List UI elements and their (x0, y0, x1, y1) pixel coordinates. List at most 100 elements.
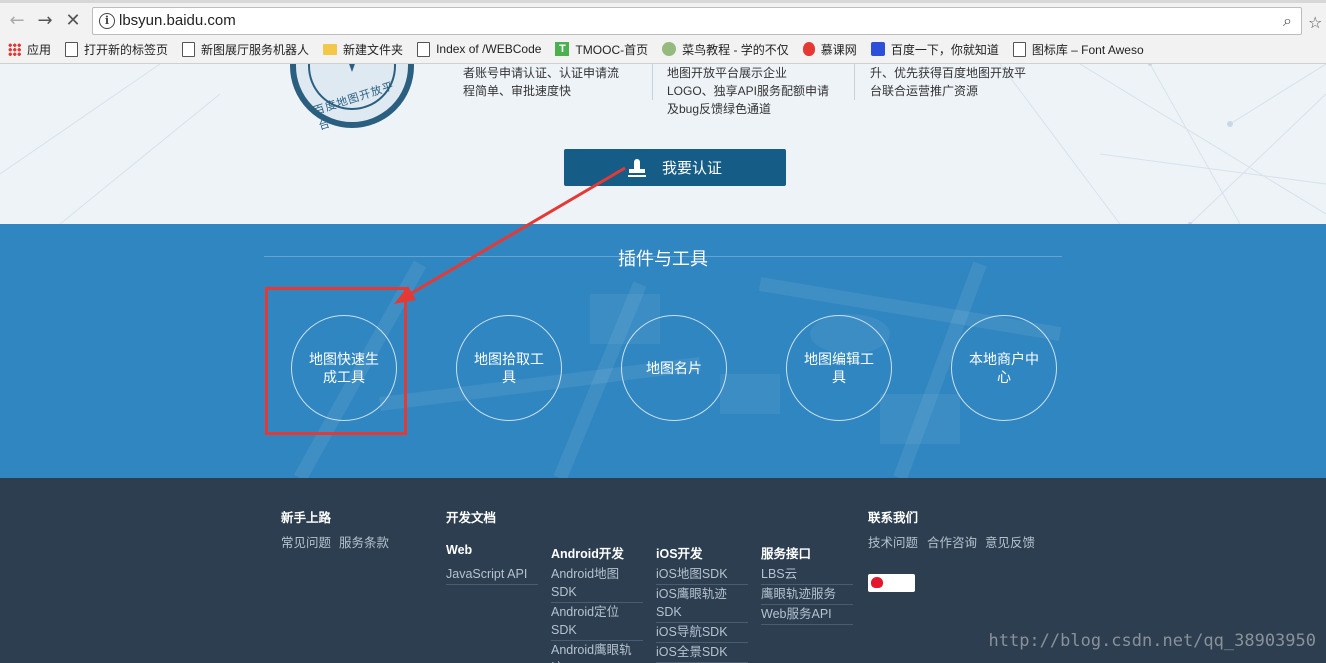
site-footer: 新手上路 常见问题 服务条款 开发文档 Web JavaScript API A… (0, 478, 1326, 663)
tool-local-merchant-center[interactable]: 本地商户中心 (951, 315, 1057, 421)
bookmark-runoob[interactable]: 菜鸟教程 - 学的不仅 (662, 41, 789, 58)
footer-link-android-map-sdk[interactable]: Android地图SDK (551, 565, 643, 603)
tool-label: 地图编辑工具 (804, 351, 874, 385)
bookmark-fontawesome[interactable]: 图标库 – Font Aweso (1012, 41, 1144, 58)
footer-link-ios-nav-sdk[interactable]: iOS导航SDK (656, 623, 748, 643)
footer-link-js-api[interactable]: JavaScript API (446, 565, 538, 585)
bookmark-label: 新建文件夹 (343, 42, 404, 57)
bookmark-apps[interactable]: 应用 (8, 41, 51, 58)
background-line-pattern (0, 64, 1326, 224)
tool-map-card[interactable]: 地图名片 (621, 315, 727, 421)
section-title: 插件与工具 (618, 249, 708, 269)
bookmark-label: 应用 (27, 42, 52, 57)
url-text[interactable]: lbsyun.baidu.com (119, 12, 236, 29)
bookmark-robot[interactable]: 新图展厅服务机器人 (182, 41, 309, 58)
runoob-icon (662, 42, 677, 56)
page-icon (1012, 41, 1026, 57)
footer-ios-links: iOS地图SDK iOS鹰眼轨迹SDK iOS导航SDK iOS全景SDK (656, 565, 748, 663)
tool-label: 地图快速生成工具 (309, 351, 379, 385)
bookmark-tmooc[interactable]: T TMOOC-首页 (555, 41, 648, 58)
stamp-icon (627, 158, 646, 177)
footer-link-faq[interactable]: 常见问题 (281, 534, 331, 552)
bookmark-baidu[interactable]: 百度一下，你就知道 (870, 41, 999, 58)
feature-text-1: 者账号申请认证、认证申请流 程简单、审批速度快 (463, 64, 619, 100)
footer-link-feedback[interactable]: 意见反馈 (985, 534, 1035, 552)
feature-line: 地图开放平台展示企业 (667, 66, 788, 80)
back-icon[interactable]: ← (6, 10, 28, 32)
page-icon (65, 41, 79, 57)
stop-loading-icon[interactable]: ✕ (62, 10, 84, 32)
tmooc-icon: T (555, 42, 570, 56)
footer-link-terms[interactable]: 服务条款 (339, 534, 389, 552)
watermark: http://blog.csdn.net/qq_38903950 (988, 631, 1316, 651)
tool-label: 地图名片 (646, 360, 702, 376)
plugins-tools-section: 插件与工具 地图快速生成工具 地图拾取工具 地图名片 地图编辑工具 本地商户中心 (0, 224, 1326, 478)
footer-newbie-title: 新手上路 (281, 511, 332, 525)
footer-android-links: Android地图SDK Android定位SDK Android鹰眼轨迹SDK (551, 565, 643, 663)
imooc-fire-icon (802, 42, 815, 56)
baidu-paw-icon (870, 42, 885, 56)
bookmark-label: Index of /WEBCode (436, 42, 542, 56)
tool-map-editor[interactable]: 地图编辑工具 (786, 315, 892, 421)
bookmark-label: 百度一下，你就知道 (890, 42, 999, 57)
certification-section: 百度地图开放平台 者账号申请认证、认证申请流 程简单、审批速度快 地图开放平台展… (0, 64, 1326, 224)
bookmark-webcode[interactable]: Index of /WEBCode (417, 41, 542, 57)
site-info-icon[interactable]: i (99, 13, 115, 29)
bookmark-folder[interactable]: 新建文件夹 (323, 41, 403, 58)
weibo-logo-mark (871, 577, 883, 588)
feature-line: 及bug反馈绿色通道 (667, 102, 772, 116)
footer-contact-title: 联系我们 (868, 511, 919, 525)
footer-android-title: Android开发 (551, 547, 624, 561)
bookmark-imooc[interactable]: 慕课网 (802, 41, 857, 58)
footer-link-lbs-cloud[interactable]: LBS云 (761, 565, 853, 585)
footer-ios-title: iOS开发 (656, 547, 703, 561)
address-bar[interactable]: i lbsyun.baidu.com ⌕ (92, 7, 1302, 35)
bookmark-label: 菜鸟教程 - 学的不仅 (682, 42, 789, 57)
footer-link-ios-map-sdk[interactable]: iOS地图SDK (656, 565, 748, 585)
footer-api-links: LBS云 鹰眼轨迹服务 Web服务API (761, 565, 853, 625)
certify-button-label: 我要认证 (661, 160, 722, 177)
bookmark-star-icon[interactable]: ☆ (1308, 13, 1322, 32)
bookmark-label: 图标库 – Font Aweso (1031, 42, 1144, 57)
forward-icon[interactable]: → (34, 10, 56, 32)
footer-web-title: Web (446, 543, 473, 557)
page-icon (182, 41, 196, 57)
feature-line: 升、优先获得百度地图开放平 (870, 66, 1027, 80)
tool-label: 本地商户中心 (969, 351, 1039, 385)
footer-link-cooperation[interactable]: 合作咨询 (927, 534, 977, 552)
footer-link-track-service[interactable]: 鹰眼轨迹服务 (761, 585, 853, 605)
address-row: ← → ✕ i lbsyun.baidu.com ⌕ ☆ (0, 6, 1326, 36)
tool-quick-map-generator[interactable]: 地图快速生成工具 (291, 315, 397, 421)
feature-line: LOGO、独享API服务配额申请 (667, 84, 830, 98)
feature-line: 程简单、审批速度快 (463, 84, 572, 98)
bookmark-label: 慕课网 (820, 42, 857, 57)
bookmark-label: 打开新的标签页 (84, 42, 169, 57)
divider (854, 64, 855, 100)
feature-line: 台联合运营推广资源 (870, 84, 979, 98)
page-icon (417, 41, 431, 57)
footer-link-tech-support[interactable]: 技术问题 (868, 534, 918, 552)
search-icon[interactable]: ⌕ (1283, 11, 1292, 31)
certify-button[interactable]: 我要认证 (564, 149, 786, 186)
tab-strip (0, 0, 1326, 3)
tool-coordinate-picker[interactable]: 地图拾取工具 (456, 315, 562, 421)
browser-toolbar: ← → ✕ i lbsyun.baidu.com ⌕ ☆ 应用 打开新的标签页 … (0, 0, 1326, 64)
footer-link-ios-pano-sdk[interactable]: iOS全景SDK (656, 643, 748, 663)
divider (652, 64, 653, 100)
footer-link-ios-track-sdk[interactable]: iOS鹰眼轨迹SDK (656, 585, 748, 623)
folder-icon (323, 43, 338, 55)
bookmark-label: TMOOC-首页 (575, 42, 649, 57)
apps-icon (8, 42, 21, 56)
footer-web-links: JavaScript API (446, 565, 538, 585)
footer-link-android-location-sdk[interactable]: Android定位SDK (551, 603, 643, 641)
feature-line: 者账号申请认证、认证申请流 (463, 66, 620, 80)
tool-label: 地图拾取工具 (474, 351, 544, 385)
footer-link-web-service-api[interactable]: Web服务API (761, 605, 853, 625)
footer-api-title: 服务接口 (761, 547, 812, 561)
feature-text-2: 地图开放平台展示企业 LOGO、独享API服务配额申请 及bug反馈绿色通道 (667, 64, 829, 118)
bookmark-label: 新图展厅服务机器人 (201, 42, 310, 57)
weibo-icon[interactable] (868, 574, 915, 592)
bookmark-new-tab[interactable]: 打开新的标签页 (65, 41, 168, 58)
footer-link-android-track-sdk[interactable]: Android鹰眼轨迹SDK (551, 641, 643, 663)
feature-text-3: 升、优先获得百度地图开放平 台联合运营推广资源 (870, 64, 1026, 100)
